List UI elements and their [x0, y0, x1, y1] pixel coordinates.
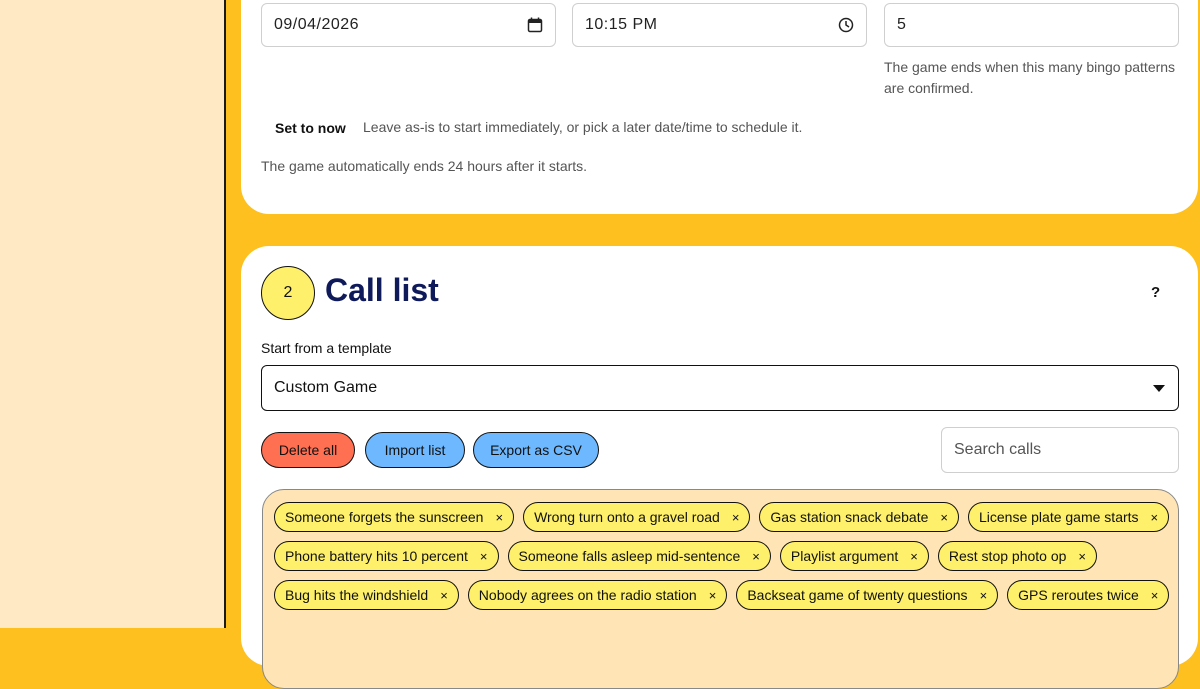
calls-container: Someone forgets the sunscreen × Wrong turn…: [262, 489, 1179, 689]
template-select[interactable]: Custom Game: [261, 365, 1179, 411]
help-button[interactable]: ?: [1151, 284, 1160, 301]
remove-call-icon[interactable]: ×: [732, 510, 740, 525]
call-chip-label: Gas station snack debate: [770, 509, 929, 525]
template-label: Start from a template: [261, 340, 392, 356]
set-now-helper-text: Leave as-is to start immediately, or pic…: [363, 119, 803, 135]
call-chip-label: Phone battery hits 10 percent: [285, 548, 468, 564]
chevron-down-icon: [1153, 385, 1165, 392]
call-chip-label: Wrong turn onto a gravel road: [534, 509, 720, 525]
call-chip-label: Rest stop photo op: [948, 548, 1067, 564]
start-time-value: 10:15 PM: [585, 16, 658, 33]
schedule-card: 09/04/2026 10:15 PM 5 The game ends when…: [241, 0, 1198, 214]
remove-call-icon[interactable]: ×: [1078, 549, 1086, 564]
start-time-input[interactable]: 10:15 PM: [572, 3, 867, 47]
call-chip[interactable]: Backseat game of twenty questions ×: [736, 580, 999, 610]
call-chip[interactable]: Playlist argument ×: [779, 541, 929, 571]
start-date-input[interactable]: 09/04/2026: [261, 3, 556, 47]
remove-call-icon[interactable]: ×: [1151, 510, 1159, 525]
search-calls-placeholder: Search calls: [954, 441, 1042, 458]
template-selected-value: Custom Game: [274, 379, 378, 396]
remove-call-icon[interactable]: ×: [480, 549, 488, 564]
start-date-value: 09/04/2026: [274, 16, 360, 33]
remove-call-icon[interactable]: ×: [980, 588, 988, 603]
call-chip-label: Backseat game of twenty questions: [747, 587, 968, 603]
call-list-card: 2 Call list ? Start from a template Cust…: [241, 246, 1198, 689]
chip-list: Someone forgets the sunscreen × Wrong turn…: [274, 502, 1170, 610]
call-chip[interactable]: Someone forgets the sunscreen ×: [274, 502, 515, 532]
export-csv-button[interactable]: Export as CSV: [473, 432, 599, 468]
calendar-icon[interactable]: [527, 17, 543, 33]
call-chip[interactable]: Bug hits the windshield ×: [274, 580, 459, 610]
delete-all-button[interactable]: Delete all: [261, 432, 355, 468]
call-chip[interactable]: License plate game starts ×: [968, 502, 1170, 532]
remove-call-icon[interactable]: ×: [440, 588, 448, 603]
call-chip-label: Playlist argument: [790, 548, 899, 564]
call-chip-label: Nobody agrees on the radio station: [478, 587, 697, 603]
remove-call-icon[interactable]: ×: [910, 549, 918, 564]
remove-call-icon[interactable]: ×: [1151, 588, 1159, 603]
patterns-to-win-input[interactable]: 5: [884, 3, 1179, 47]
auto-end-note: The game automatically ends 24 hours aft…: [261, 158, 588, 174]
step-number-badge: 2: [261, 266, 315, 320]
remove-call-icon[interactable]: ×: [709, 588, 717, 603]
call-chip-label: Bug hits the windshield: [285, 587, 429, 603]
call-chip-label: Someone forgets the sunscreen: [285, 509, 484, 525]
search-calls-input[interactable]: Search calls: [941, 427, 1179, 473]
remove-call-icon[interactable]: ×: [752, 549, 760, 564]
left-pane: [0, 0, 226, 628]
call-chip[interactable]: Wrong turn onto a gravel road ×: [523, 502, 751, 532]
call-chip[interactable]: Rest stop photo op ×: [937, 541, 1097, 571]
patterns-helper-text: The game ends when this many bingo patte…: [884, 59, 1176, 96]
clock-icon[interactable]: [838, 17, 854, 33]
call-chip-label: GPS reroutes twice: [1018, 587, 1139, 603]
patterns-to-win-value: 5: [897, 16, 907, 33]
call-chip-label: License plate game starts: [979, 509, 1139, 525]
page-title: Call list: [325, 272, 439, 308]
remove-call-icon[interactable]: ×: [940, 510, 948, 525]
call-chip[interactable]: GPS reroutes twice ×: [1007, 580, 1170, 610]
set-to-now-button[interactable]: Set to now: [275, 120, 346, 136]
call-chip[interactable]: Nobody agrees on the radio station ×: [467, 580, 728, 610]
remove-call-icon[interactable]: ×: [495, 510, 503, 525]
call-chip[interactable]: Phone battery hits 10 percent ×: [274, 541, 499, 571]
import-list-button[interactable]: Import list: [365, 432, 465, 468]
call-chip-label: Someone falls asleep mid-sentence: [518, 548, 741, 564]
call-chip[interactable]: Gas station snack debate ×: [759, 502, 959, 532]
call-chip[interactable]: Someone falls asleep mid-sentence ×: [507, 541, 771, 571]
